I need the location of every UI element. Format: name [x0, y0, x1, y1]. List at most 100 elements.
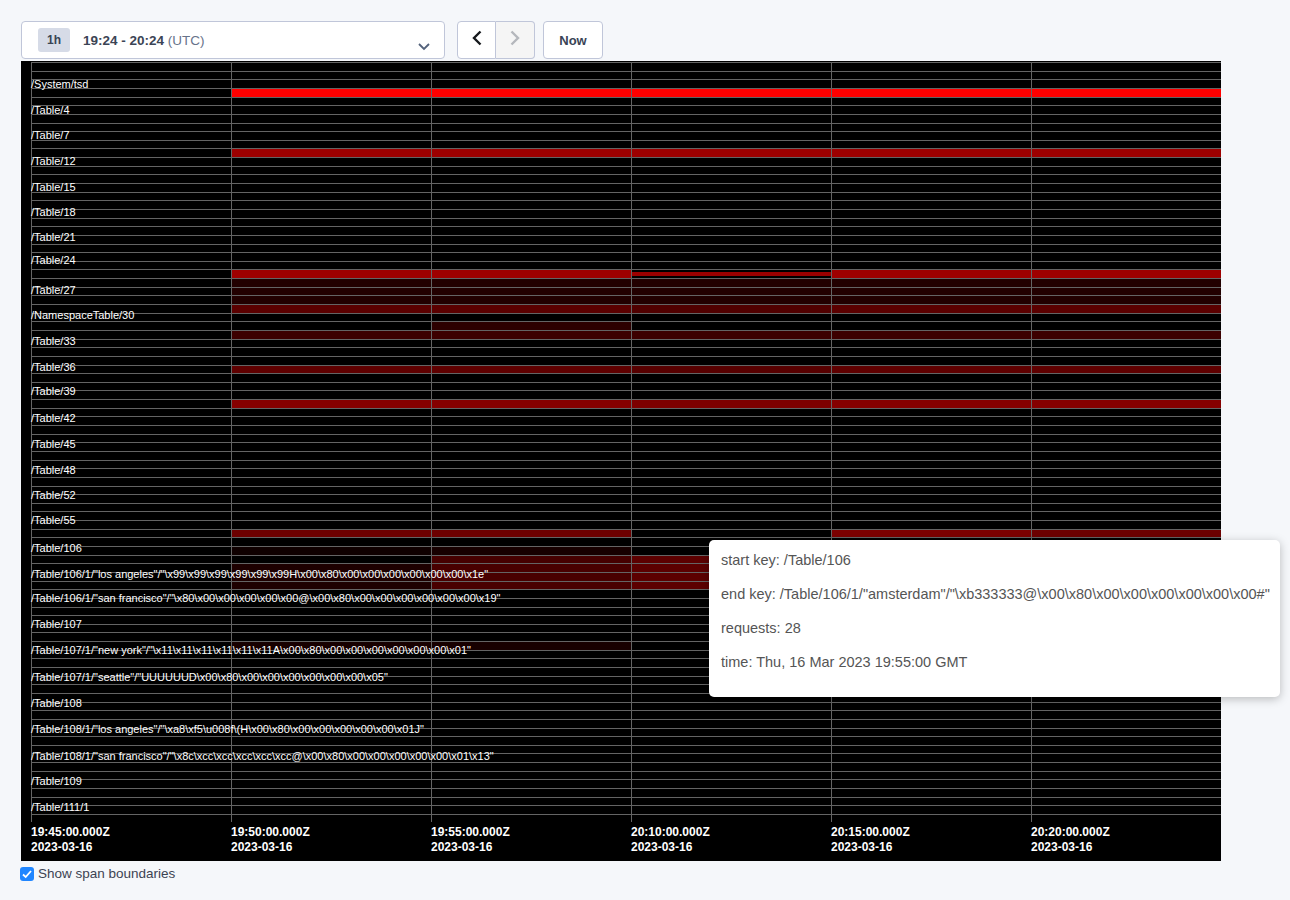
span-boundary-line: [31, 105, 1221, 106]
span-boundary-line: [31, 399, 1221, 400]
tooltip-line: time: Thu, 16 Mar 2023 19:55:00 GMT: [721, 647, 1268, 681]
time-range-duration-badge: 1h: [38, 28, 70, 52]
span-boundary-line: [31, 425, 1221, 426]
time-gridline: [631, 62, 632, 822]
heatmap-bar: [231, 279, 1221, 287]
row-label: /Table/106/1/"los angeles"/"\x99\x99\x99…: [31, 569, 488, 580]
span-boundary-line: [31, 529, 1221, 530]
heatmap[interactable]: /System/tsd/Table/4/Table/7/Table/12/Tab…: [21, 61, 1221, 861]
show-span-boundaries-checkbox[interactable]: [20, 867, 34, 881]
span-boundary-line: [31, 503, 1221, 504]
row-label: /Table/18: [31, 207, 76, 218]
x-axis-label: 20:20:00.000Z 2023-03-16: [1031, 825, 1110, 855]
span-boundary-line: [31, 797, 1221, 798]
x-axis-label: 19:55:00.000Z 2023-03-16: [431, 825, 510, 855]
span-boundary-line: [31, 174, 1221, 175]
x-axis-label: 19:50:00.000Z 2023-03-16: [231, 825, 310, 855]
next-time-button[interactable]: [496, 21, 535, 59]
row-label: /Table/107/1/"new york"/"\x11\x11\x11\x1…: [31, 645, 471, 656]
x-axis-label: 19:45:00.000Z 2023-03-16: [31, 825, 110, 855]
span-boundary-line: [31, 123, 1221, 124]
span-boundary-line: [31, 183, 1221, 184]
span-boundary-line: [31, 88, 1221, 89]
row-label: /NamespaceTable/30: [31, 310, 134, 321]
row-label: /Table/106/1/"san francisco"/"\x80\x00\x…: [31, 593, 501, 604]
span-boundary-line: [31, 71, 1221, 72]
heatmap-bar: [1031, 530, 1221, 537]
span-boundary-line: [31, 373, 1221, 374]
span-boundary-line: [31, 434, 1221, 435]
time-gridline: [1031, 62, 1032, 822]
heatmap-bar: [231, 288, 1221, 295]
now-button[interactable]: Now: [543, 21, 603, 59]
heatmap-bar: [231, 331, 1221, 339]
span-boundary-line: [31, 278, 1221, 279]
span-boundary-line: [31, 252, 1221, 253]
span-boundary-line: [31, 313, 1221, 314]
row-label: /Table/33: [31, 336, 76, 347]
tooltip-line: end key: /Table/106/1/"amsterdam"/"\xb33…: [721, 579, 1268, 613]
span-boundary-line: [31, 779, 1221, 780]
heatmap-bar: [631, 366, 831, 373]
time-gridline: [831, 62, 832, 822]
row-label: /Table/39: [31, 386, 76, 397]
heatmap-bar: [831, 366, 1221, 373]
time-range-label: 19:24 - 20:24 (UTC): [83, 33, 205, 48]
tooltip-line: requests: 28: [721, 613, 1268, 647]
heatmap-bar: [231, 89, 1221, 97]
span-boundary-line: [31, 235, 1221, 236]
span-boundary-line: [31, 451, 1221, 452]
prev-time-button[interactable]: [457, 21, 496, 59]
span-boundary-line: [31, 148, 1221, 149]
heatmap-tooltip: start key: /Table/106end key: /Table/106…: [709, 540, 1280, 697]
span-boundary-line: [31, 166, 1221, 167]
time-nav-group: [457, 21, 535, 59]
chevron-left-icon: [472, 30, 482, 50]
span-boundary-line: [31, 710, 1221, 711]
span-boundary-line: [31, 365, 1221, 366]
tooltip-line: start key: /Table/106: [721, 545, 1268, 579]
heatmap-bar: [431, 556, 631, 563]
span-boundary-line: [31, 390, 1221, 391]
span-boundary-line: [31, 805, 1221, 806]
span-boundary-line: [31, 477, 1221, 478]
span-boundary-line: [31, 200, 1221, 201]
show-span-boundaries-label: Show span boundaries: [38, 866, 175, 882]
span-boundary-line: [31, 408, 1221, 409]
span-boundary-line: [31, 287, 1221, 288]
span-boundary-line: [31, 321, 1221, 322]
heatmap-bar: [431, 322, 631, 330]
span-boundary-line: [31, 269, 1221, 270]
heatmap-bar: [231, 547, 431, 555]
span-boundary-line: [31, 330, 1221, 331]
row-label: /Table/27: [31, 285, 76, 296]
span-boundary-line: [31, 192, 1221, 193]
span-boundary-line: [31, 736, 1221, 737]
span-boundary-line: [31, 442, 1221, 443]
span-boundary-line: [31, 79, 1221, 80]
time-range-selector[interactable]: 1h 19:24 - 20:24 (UTC): [21, 21, 445, 59]
span-boundary-line: [31, 347, 1221, 348]
span-boundary-line: [31, 131, 1221, 132]
span-boundary-line: [31, 494, 1221, 495]
show-span-boundaries-control: Show span boundaries: [20, 866, 175, 882]
row-label: /Table/21: [31, 232, 76, 243]
row-label: /System/tsd: [31, 79, 88, 90]
row-label: /Table/24: [31, 255, 76, 266]
x-axis-label: 20:15:00.000Z 2023-03-16: [831, 825, 910, 855]
row-label: /Table/107: [31, 619, 82, 630]
row-label: /Table/36: [31, 362, 76, 373]
span-boundary-line: [31, 814, 1221, 815]
span-boundary-line: [31, 339, 1221, 340]
row-label: /Table/48: [31, 465, 76, 476]
row-label: /Table/42: [31, 413, 76, 424]
row-label: /Table/7: [31, 130, 70, 141]
span-boundary-line: [31, 511, 1221, 512]
heatmap-bar: [831, 305, 1221, 313]
span-boundary-line: [31, 114, 1221, 115]
span-boundary-line: [31, 788, 1221, 789]
span-boundary-line: [31, 218, 1221, 219]
row-label: /Table/108/1/"san francisco"/"\x8c\xcc\x…: [31, 751, 494, 762]
span-boundary-line: [31, 304, 1221, 305]
span-boundary-line: [31, 244, 1221, 245]
